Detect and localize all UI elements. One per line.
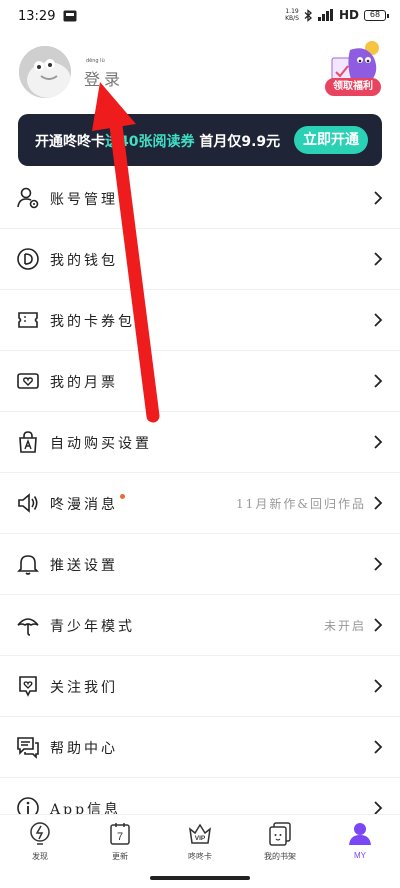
menu-label: 推送设置 <box>50 558 118 574</box>
tab-label: 咚咚卡 <box>188 852 212 861</box>
bottom-tab-bar: 发现 7 更新 VIP 咚咚卡 我的书架 MY <box>0 814 400 872</box>
chevron-right-icon <box>374 618 383 632</box>
ticket-icon <box>18 312 38 328</box>
menu-item-follow[interactable]: 关注我们 <box>0 656 400 717</box>
network-speed: 1.19 KB/S <box>285 8 299 22</box>
menu-label: 账号管理 <box>50 192 118 208</box>
status-icons: 1.19 KB/S HD 68 <box>285 8 389 22</box>
menu-item-wallet[interactable]: 我的钱包 <box>0 229 400 290</box>
tab-my[interactable]: MY <box>320 815 400 872</box>
login-label: 登录 <box>84 70 125 89</box>
menu-item-push[interactable]: 推送设置 <box>0 534 400 595</box>
chevron-right-icon <box>374 740 383 754</box>
user-gear-icon <box>17 187 39 209</box>
menu-label: 青少年模式 <box>50 619 135 635</box>
chevron-right-icon <box>374 313 383 327</box>
menu-label: 帮助中心 <box>50 741 118 757</box>
wallet-coin-icon <box>17 248 39 270</box>
login-link[interactable]: dēng lù 登录 <box>84 58 125 90</box>
avatar[interactable] <box>19 46 71 98</box>
menu-item-monthly-ticket[interactable]: 我的月票 <box>0 351 400 412</box>
vip-banner-text: 开通咚咚卡送40张阅读券 首月仅9.9元 <box>35 134 281 150</box>
network-type: HD <box>338 8 359 22</box>
svg-text:VIP: VIP <box>195 835 206 842</box>
menu-extra: 未开启 <box>323 619 366 633</box>
menu-item-account[interactable]: 账号管理 <box>0 168 400 229</box>
signal-icon <box>317 9 333 21</box>
heart-chat-icon <box>19 676 37 697</box>
tab-label: 我的书架 <box>264 852 296 861</box>
bell-icon <box>17 555 39 575</box>
home-indicator <box>150 876 250 880</box>
chevron-right-icon <box>374 191 383 205</box>
user-icon <box>349 823 371 845</box>
tab-label: 发现 <box>32 852 48 861</box>
shopping-bag-icon <box>19 431 37 453</box>
tab-label: MY <box>354 851 366 860</box>
menu-extra: 11月新作&回归作品 <box>236 497 366 511</box>
login-pinyin: dēng lù <box>86 58 105 64</box>
chevron-right-icon <box>374 496 383 510</box>
svg-text:7: 7 <box>117 831 123 843</box>
welfare-button: 领取福利 <box>325 78 381 96</box>
chevron-right-icon <box>374 435 383 449</box>
vip-banner[interactable]: 开通咚咚卡送40张阅读券 首月仅9.9元 立即开通 <box>18 114 382 166</box>
bookshelf-icon <box>269 822 291 846</box>
tab-card[interactable]: VIP 咚咚卡 <box>160 815 240 872</box>
menu-label: 自动购买设置 <box>50 436 152 452</box>
chevron-right-icon <box>374 252 383 266</box>
bulb-icon <box>30 822 50 845</box>
clock: 13:29 <box>18 9 56 24</box>
vip-crown-icon: VIP <box>188 823 212 844</box>
menu-label: 我的钱包 <box>50 253 118 269</box>
status-bar: 13:29 1.19 KB/S HD 68 <box>0 0 400 34</box>
tab-label: 更新 <box>112 852 128 861</box>
menu-label: 咚漫消息 <box>50 494 125 514</box>
heart-ticket-icon <box>17 373 39 389</box>
umbrella-icon <box>17 618 39 636</box>
tab-update[interactable]: 7 更新 <box>80 815 160 872</box>
speaker-icon <box>18 493 38 513</box>
menu-item-messages[interactable]: 咚漫消息 11月新作&回归作品 <box>0 473 400 534</box>
unread-dot <box>120 494 125 499</box>
settings-menu: 账号管理 我的钱包 我的卡券包 我的月票 自动购买设置 咚漫消息 11月新作&回… <box>0 168 400 839</box>
menu-item-youth-mode[interactable]: 青少年模式 未开启 <box>0 595 400 656</box>
open-vip-button[interactable]: 立即开通 <box>294 126 368 154</box>
menu-label: 关注我们 <box>50 680 118 696</box>
chat-bubbles-icon <box>17 737 39 759</box>
battery-icon: 68 <box>364 9 389 21</box>
menu-label: 我的卡券包 <box>50 314 135 330</box>
calendar-icon: 7 <box>110 823 130 845</box>
menu-item-help[interactable]: 帮助中心 <box>0 717 400 778</box>
chevron-right-icon <box>374 679 383 693</box>
bluetooth-icon <box>304 8 312 22</box>
menu-label: 我的月票 <box>50 375 118 391</box>
notification-icon <box>63 10 77 22</box>
menu-item-auto-buy[interactable]: 自动购买设置 <box>0 412 400 473</box>
tab-discover[interactable]: 发现 <box>0 815 80 872</box>
chevron-right-icon <box>374 374 383 388</box>
chevron-right-icon <box>374 557 383 571</box>
default-avatar-icon <box>19 46 71 98</box>
menu-item-coupons[interactable]: 我的卡券包 <box>0 290 400 351</box>
tab-shelf[interactable]: 我的书架 <box>240 815 320 872</box>
